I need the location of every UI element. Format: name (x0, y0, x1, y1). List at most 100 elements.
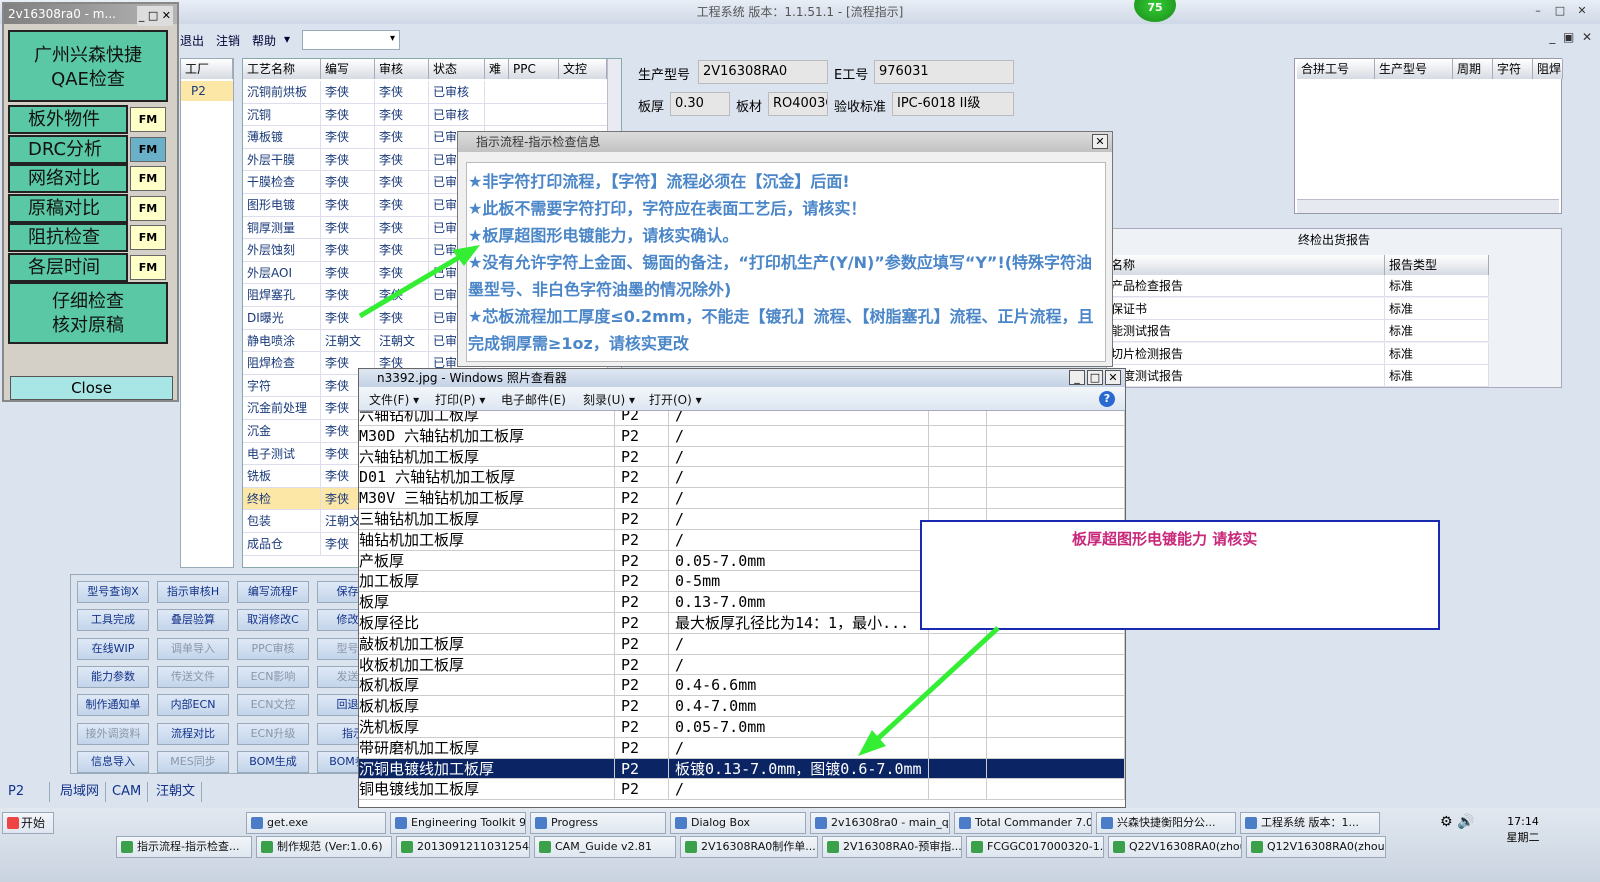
standard-field[interactable]: IPC-6018 II级 (892, 92, 1014, 116)
qae-window-controls[interactable]: _ □ ✕ (136, 6, 173, 26)
action-button[interactable]: 工具完成 (77, 609, 149, 632)
taskbar-button[interactable]: 指示流程-指示检查... (116, 836, 252, 858)
action-button[interactable]: PPC审核 (237, 637, 309, 660)
action-button[interactable]: 信息导入 (77, 750, 149, 773)
taskbar-button[interactable]: Engineering Toolkit 9.... (390, 812, 526, 834)
factory-grid[interactable]: 工厂 P2 (180, 58, 234, 568)
menu-combo[interactable]: ▾ (302, 30, 400, 50)
chevron-down-icon[interactable]: ▾ (284, 32, 290, 46)
taskbar-button[interactable]: 2013091211031254.... (396, 836, 530, 858)
action-button[interactable]: 指示审核H (157, 581, 229, 603)
taskbar-button[interactable]: 制作规范 (Ver:1.0.6) (256, 836, 392, 858)
fm-button[interactable]: FM (130, 225, 166, 251)
viewer-menu-item[interactable]: 刻录(U) ▾ (583, 391, 635, 408)
action-button[interactable]: 型号查询X (77, 581, 149, 603)
thickness-field[interactable]: 0.30 (670, 92, 730, 116)
qae-item[interactable]: 各层时间 (8, 253, 128, 282)
table-row[interactable]: 保证书 标准 (1107, 297, 1489, 320)
action-button[interactable]: 调单导入 (157, 637, 229, 660)
action-button[interactable]: 编写流程F (237, 581, 309, 603)
action-button[interactable]: ECN影响 (237, 665, 309, 688)
taskbar-button[interactable]: Total Commander 7.0... (954, 812, 1092, 834)
merge-scrollbar[interactable] (1297, 199, 1559, 213)
action-button[interactable]: MES同步 (157, 750, 229, 773)
merge-grid[interactable]: 合拼工号 生产型号 周期 字符 阻焊 (1294, 58, 1563, 214)
table-row[interactable]: 能测试报告 标准 (1107, 320, 1489, 342)
qae-item[interactable]: DRC分析 (8, 134, 128, 164)
action-button[interactable]: 叠层验算 (157, 609, 229, 632)
taskbar-button[interactable]: 2V16308RA0-预审指... (822, 836, 962, 858)
help-icon[interactable]: ? (1099, 391, 1115, 407)
process-col-header[interactable]: 工艺名称 (243, 59, 321, 79)
table-row[interactable]: 沉铜 李侠 李侠 已审核 (243, 103, 607, 127)
start-button[interactable]: 开始 (2, 812, 54, 834)
material-field[interactable]: RO4003C (768, 92, 828, 116)
close-icon[interactable]: ✕ (1105, 370, 1121, 385)
taskbar-button[interactable]: Q12V16308RA0(zhou... (1246, 836, 1386, 858)
taskbar-button[interactable]: 2v16308ra0 - main_qa (810, 812, 950, 834)
action-button[interactable]: 能力参数 (77, 665, 149, 688)
action-button[interactable]: 流程对比 (157, 722, 229, 745)
qae-item[interactable]: 板外物件 (8, 105, 128, 134)
process-col-header[interactable]: PPC (509, 59, 559, 79)
action-button[interactable]: ECN文控 (237, 694, 309, 717)
action-button[interactable]: 内部ECN (157, 694, 229, 717)
qae-close-button[interactable]: Close (10, 376, 173, 400)
action-button[interactable]: ECN升级 (237, 722, 309, 745)
qae-item[interactable]: 阻抗检查 (8, 223, 128, 253)
process-col-header[interactable]: 编写 (321, 59, 375, 79)
fm-button[interactable]: FM (130, 107, 166, 132)
merge-col-header[interactable]: 周期 (1453, 59, 1493, 79)
factory-header[interactable]: 工厂 (181, 59, 233, 79)
merge-col-header[interactable]: 生产型号 (1375, 59, 1453, 79)
viewer-menu-item[interactable]: 电子邮件(E) (501, 391, 566, 408)
fm-button[interactable]: FM (130, 166, 166, 192)
taskbar-button[interactable]: 2V16308RA0制作单... (680, 836, 818, 858)
minimize-icon[interactable]: – (1528, 4, 1548, 20)
menu-exit[interactable]: 退出 (180, 32, 204, 49)
action-button[interactable]: 在线WIP (77, 637, 149, 660)
viewer-menu-item[interactable]: 文件(F) ▾ (369, 391, 419, 408)
merge-col-header[interactable]: 合拼工号 (1297, 59, 1375, 79)
taskbar-button[interactable]: 兴森快捷衡阳分公... (1096, 812, 1236, 834)
taskbar-button[interactable]: CAM_Guide v2.81 (534, 836, 676, 858)
model-field[interactable]: 2V16308RA0 (698, 60, 828, 84)
merge-col-header[interactable]: 阻焊 (1533, 59, 1563, 79)
action-button[interactable]: 取消修改C (237, 609, 309, 632)
clock[interactable]: 17:14 星期二 (1488, 814, 1558, 846)
qae-item[interactable]: 网络对比 (8, 164, 128, 194)
fm-button[interactable]: FM (130, 136, 166, 162)
chevron-down-icon[interactable]: ▾ (390, 33, 395, 44)
taskbar-button[interactable]: FCGGC017000320-1... (966, 836, 1104, 858)
factory-select[interactable]: P2 (2, 782, 50, 802)
merge-col-header[interactable]: 字符 (1493, 59, 1533, 79)
menu-logout[interactable]: 注销 (216, 32, 240, 49)
fm-button[interactable]: FM (130, 195, 166, 221)
process-col-header[interactable]: 状态 (429, 59, 485, 79)
table-row[interactable]: 切片检测报告 标准 (1107, 342, 1489, 365)
mdi-controls[interactable]: _ ▣ ✕ (1549, 30, 1592, 44)
close-icon[interactable]: ✕ (1092, 134, 1108, 149)
factory-cell[interactable]: P2 (181, 81, 233, 101)
maximize-icon[interactable]: □ (1550, 4, 1570, 20)
qae-item[interactable]: 原稿对比 (8, 193, 128, 223)
table-row[interactable]: 厚度测试报告 标准 (1107, 365, 1489, 387)
taskbar-button[interactable]: 工程系统 版本：1... (1240, 812, 1380, 834)
report-col-header[interactable]: 名称 (1107, 255, 1385, 275)
taskbar-button[interactable]: get.exe (246, 812, 386, 834)
maximize-icon[interactable]: □ (1087, 370, 1103, 385)
taskbar-button[interactable]: Dialog Box (670, 812, 806, 834)
action-button[interactable]: BOM生成 (237, 750, 309, 773)
menu-help[interactable]: 帮助 (252, 32, 276, 49)
action-button[interactable]: 接外调资料 (77, 722, 149, 745)
report-col-header[interactable]: 报告类型 (1385, 255, 1489, 275)
viewer-menu-item[interactable]: 打开(O) ▾ (649, 391, 702, 408)
minimize-icon[interactable]: _ (1069, 370, 1085, 385)
action-button[interactable]: 制作通知单 (77, 694, 149, 717)
taskbar-button[interactable]: Q22V16308RA0(zhou... (1108, 836, 1242, 858)
taskbar-button[interactable]: Progress (530, 812, 666, 834)
table-row[interactable]: 沉铜前烘板 李侠 李侠 已审核 (243, 81, 607, 104)
table-row[interactable]: 产品检查报告 标准 (1107, 275, 1489, 297)
process-col-header[interactable]: 审核 (375, 59, 429, 79)
tray-icons[interactable]: ⚙ 🔊 (1440, 814, 1480, 832)
